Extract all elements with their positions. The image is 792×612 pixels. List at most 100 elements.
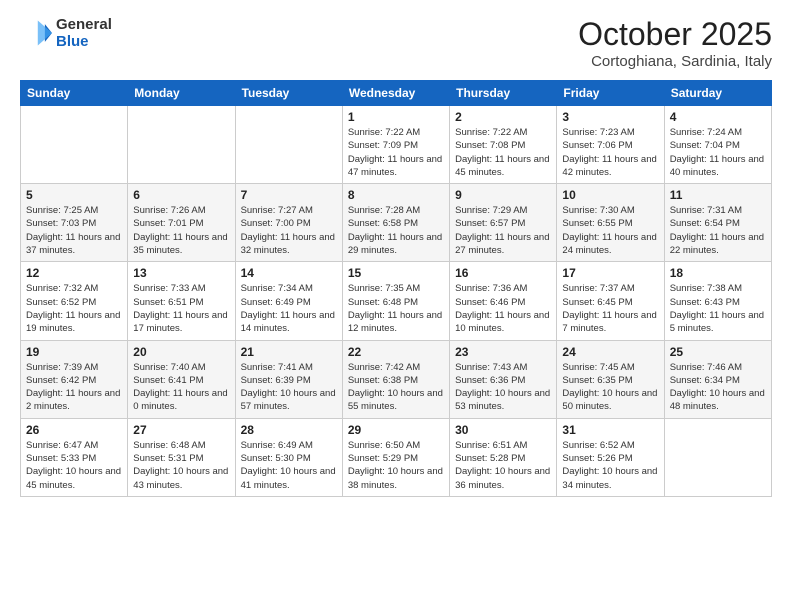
day-number: 1 bbox=[348, 110, 444, 124]
table-row: 12 Sunrise: 7:32 AM Sunset: 6:52 PM Dayli… bbox=[21, 262, 128, 340]
day-number: 9 bbox=[455, 188, 551, 202]
day-info: Sunrise: 7:34 AM Sunset: 6:49 PM Dayligh… bbox=[241, 282, 337, 335]
logo-text: General Blue bbox=[56, 16, 112, 51]
table-row bbox=[664, 418, 771, 496]
day-info: Sunrise: 7:39 AM Sunset: 6:42 PM Dayligh… bbox=[26, 361, 122, 414]
table-row: 1Sunrise: 7:22 AM Sunset: 7:09 PM Daylig… bbox=[342, 106, 449, 184]
table-row: 31Sunrise: 6:52 AM Sunset: 5:26 PM Dayli… bbox=[557, 418, 664, 496]
day-number: 5 bbox=[26, 188, 122, 202]
table-row: 22Sunrise: 7:42 AM Sunset: 6:38 PM Dayli… bbox=[342, 340, 449, 418]
table-row: 7 Sunrise: 7:27 AM Sunset: 7:00 PM Daylig… bbox=[235, 184, 342, 262]
day-info: Sunrise: 7:43 AM Sunset: 6:36 PM Dayligh… bbox=[455, 361, 551, 414]
table-row: 25Sunrise: 7:46 AM Sunset: 6:34 PM Dayli… bbox=[664, 340, 771, 418]
day-info: Sunrise: 6:52 AM Sunset: 5:26 PM Dayligh… bbox=[562, 439, 658, 492]
day-info: Sunrise: 7:24 AM Sunset: 7:04 PM Dayligh… bbox=[670, 126, 766, 179]
table-row bbox=[128, 106, 235, 184]
day-number: 16 bbox=[455, 266, 551, 280]
table-row: 10Sunrise: 7:30 AM Sunset: 6:55 PM Dayli… bbox=[557, 184, 664, 262]
day-number: 24 bbox=[562, 345, 658, 359]
col-thursday: Thursday bbox=[450, 81, 557, 106]
table-row: 6Sunrise: 7:26 AM Sunset: 7:01 PM Daylig… bbox=[128, 184, 235, 262]
day-number: 20 bbox=[133, 345, 229, 359]
day-info: Sunrise: 7:25 AM Sunset: 7:03 PM Dayligh… bbox=[26, 204, 122, 257]
table-row: 13 Sunrise: 7:33 AM Sunset: 6:51 PM Dayli… bbox=[128, 262, 235, 340]
col-monday: Monday bbox=[128, 81, 235, 106]
day-info: Sunrise: 7:29 AM Sunset: 6:57 PM Dayligh… bbox=[455, 204, 551, 257]
day-number: 13 bbox=[133, 266, 229, 280]
day-number: 23 bbox=[455, 345, 551, 359]
day-number: 3 bbox=[562, 110, 658, 124]
table-row: 23 Sunrise: 7:43 AM Sunset: 6:36 PM Dayli… bbox=[450, 340, 557, 418]
day-info: Sunrise: 7:28 AM Sunset: 6:58 PM Dayligh… bbox=[348, 204, 444, 257]
day-info: Sunrise: 7:36 AM Sunset: 6:46 PM Dayligh… bbox=[455, 282, 551, 335]
calendar-header-row: Sunday Monday Tuesday Wednesday Thursday… bbox=[21, 81, 772, 106]
table-row: 21 Sunrise: 7:41 AM Sunset: 6:39 PM Dayli… bbox=[235, 340, 342, 418]
day-number: 15 bbox=[348, 266, 444, 280]
table-row: 5 Sunrise: 7:25 AM Sunset: 7:03 PM Daylig… bbox=[21, 184, 128, 262]
header: General Blue October 2025 Cortoghiana, S… bbox=[20, 16, 772, 70]
day-info: Sunrise: 7:22 AM Sunset: 7:08 PM Dayligh… bbox=[455, 126, 551, 179]
calendar-week-0: 1Sunrise: 7:22 AM Sunset: 7:09 PM Daylig… bbox=[21, 106, 772, 184]
day-info: Sunrise: 7:40 AM Sunset: 6:41 PM Dayligh… bbox=[133, 361, 229, 414]
logo: General Blue bbox=[20, 16, 112, 51]
table-row: 18 Sunrise: 7:38 AM Sunset: 6:43 PM Dayli… bbox=[664, 262, 771, 340]
day-info: Sunrise: 7:41 AM Sunset: 6:39 PM Dayligh… bbox=[241, 361, 337, 414]
col-saturday: Saturday bbox=[664, 81, 771, 106]
table-row: 9 Sunrise: 7:29 AM Sunset: 6:57 PM Daylig… bbox=[450, 184, 557, 262]
day-number: 4 bbox=[670, 110, 766, 124]
table-row: 29Sunrise: 6:50 AM Sunset: 5:29 PM Dayli… bbox=[342, 418, 449, 496]
day-info: Sunrise: 7:35 AM Sunset: 6:48 PM Dayligh… bbox=[348, 282, 444, 335]
day-number: 25 bbox=[670, 345, 766, 359]
table-row bbox=[235, 106, 342, 184]
day-info: Sunrise: 7:32 AM Sunset: 6:52 PM Dayligh… bbox=[26, 282, 122, 335]
table-row: 2 Sunrise: 7:22 AM Sunset: 7:08 PM Daylig… bbox=[450, 106, 557, 184]
calendar-week-3: 19Sunrise: 7:39 AM Sunset: 6:42 PM Dayli… bbox=[21, 340, 772, 418]
day-info: Sunrise: 7:38 AM Sunset: 6:43 PM Dayligh… bbox=[670, 282, 766, 335]
day-info: Sunrise: 7:33 AM Sunset: 6:51 PM Dayligh… bbox=[133, 282, 229, 335]
day-info: Sunrise: 7:23 AM Sunset: 7:06 PM Dayligh… bbox=[562, 126, 658, 179]
day-number: 30 bbox=[455, 423, 551, 437]
table-row: 30Sunrise: 6:51 AM Sunset: 5:28 PM Dayli… bbox=[450, 418, 557, 496]
day-info: Sunrise: 6:50 AM Sunset: 5:29 PM Dayligh… bbox=[348, 439, 444, 492]
col-wednesday: Wednesday bbox=[342, 81, 449, 106]
table-row: 26Sunrise: 6:47 AM Sunset: 5:33 PM Dayli… bbox=[21, 418, 128, 496]
table-row bbox=[21, 106, 128, 184]
table-row: 3 Sunrise: 7:23 AM Sunset: 7:06 PM Daylig… bbox=[557, 106, 664, 184]
table-row: 11 Sunrise: 7:31 AM Sunset: 6:54 PM Dayli… bbox=[664, 184, 771, 262]
day-number: 21 bbox=[241, 345, 337, 359]
table-row: 24 Sunrise: 7:45 AM Sunset: 6:35 PM Dayli… bbox=[557, 340, 664, 418]
day-number: 7 bbox=[241, 188, 337, 202]
day-info: Sunrise: 6:49 AM Sunset: 5:30 PM Dayligh… bbox=[241, 439, 337, 492]
day-number: 12 bbox=[26, 266, 122, 280]
day-number: 27 bbox=[133, 423, 229, 437]
table-row: 19Sunrise: 7:39 AM Sunset: 6:42 PM Dayli… bbox=[21, 340, 128, 418]
day-info: Sunrise: 7:31 AM Sunset: 6:54 PM Dayligh… bbox=[670, 204, 766, 257]
calendar-week-2: 12 Sunrise: 7:32 AM Sunset: 6:52 PM Dayli… bbox=[21, 262, 772, 340]
calendar: Sunday Monday Tuesday Wednesday Thursday… bbox=[20, 80, 772, 497]
day-info: Sunrise: 7:26 AM Sunset: 7:01 PM Dayligh… bbox=[133, 204, 229, 257]
table-row: 16 Sunrise: 7:36 AM Sunset: 6:46 PM Dayli… bbox=[450, 262, 557, 340]
day-info: Sunrise: 7:27 AM Sunset: 7:00 PM Dayligh… bbox=[241, 204, 337, 257]
table-row: 14 Sunrise: 7:34 AM Sunset: 6:49 PM Dayli… bbox=[235, 262, 342, 340]
page: General Blue October 2025 Cortoghiana, S… bbox=[0, 0, 792, 612]
col-tuesday: Tuesday bbox=[235, 81, 342, 106]
day-info: Sunrise: 6:48 AM Sunset: 5:31 PM Dayligh… bbox=[133, 439, 229, 492]
table-row: 15 Sunrise: 7:35 AM Sunset: 6:48 PM Dayli… bbox=[342, 262, 449, 340]
calendar-week-4: 26Sunrise: 6:47 AM Sunset: 5:33 PM Dayli… bbox=[21, 418, 772, 496]
table-row: 28 Sunrise: 6:49 AM Sunset: 5:30 PM Dayli… bbox=[235, 418, 342, 496]
table-row: 17Sunrise: 7:37 AM Sunset: 6:45 PM Dayli… bbox=[557, 262, 664, 340]
day-number: 11 bbox=[670, 188, 766, 202]
day-number: 2 bbox=[455, 110, 551, 124]
day-number: 14 bbox=[241, 266, 337, 280]
day-number: 17 bbox=[562, 266, 658, 280]
day-number: 26 bbox=[26, 423, 122, 437]
day-number: 8 bbox=[348, 188, 444, 202]
logo-icon bbox=[20, 17, 52, 49]
logo-blue: Blue bbox=[56, 33, 112, 50]
day-info: Sunrise: 7:30 AM Sunset: 6:55 PM Dayligh… bbox=[562, 204, 658, 257]
day-number: 18 bbox=[670, 266, 766, 280]
col-friday: Friday bbox=[557, 81, 664, 106]
table-row: 20 Sunrise: 7:40 AM Sunset: 6:41 PM Dayli… bbox=[128, 340, 235, 418]
day-number: 28 bbox=[241, 423, 337, 437]
day-info: Sunrise: 7:45 AM Sunset: 6:35 PM Dayligh… bbox=[562, 361, 658, 414]
